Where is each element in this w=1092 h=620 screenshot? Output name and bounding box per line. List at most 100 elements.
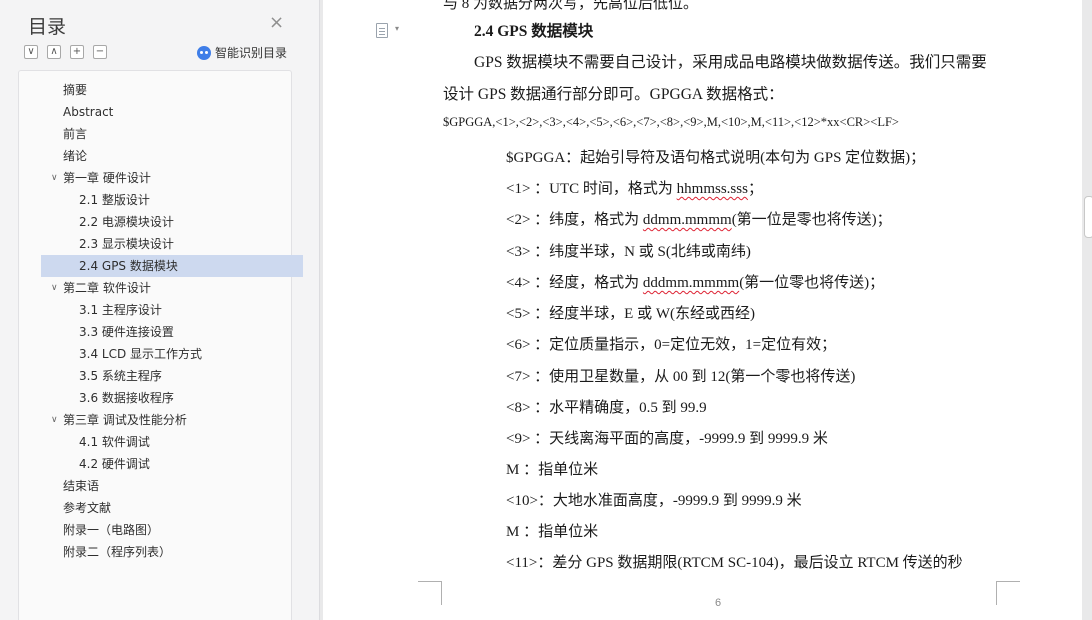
toc-item-label: 3.3 硬件连接设置 [79, 325, 174, 339]
line-text: <8> ：水平精确度，0.5 到 99.9 [506, 400, 707, 416]
toc-item[interactable]: 3.6 数据接收程序 [41, 387, 303, 409]
field-description-line: <5> ：经度半球，E 或 W(东经或西经) [506, 302, 755, 323]
toc-item[interactable]: 2.1 整版设计 [41, 189, 303, 211]
field-description-line: <4> ：经度，格式为 dddmm.mmmm(第一位零也将传送)； [506, 271, 884, 292]
line-text: <7> ：使用卫星数量，从 00 到 12(第一个零也将传送) [506, 369, 856, 385]
scrollbar-handle[interactable] [1084, 196, 1092, 238]
toc-item-label: 2.4 GPS 数据模块 [79, 259, 178, 273]
spellcheck-underlined-text: dddmm.mmmm [642, 275, 740, 291]
toc-item[interactable]: 3.4 LCD 显示工作方式 [41, 343, 303, 365]
smart-recognize-toc-button[interactable]: 智能识别目录 [197, 44, 287, 61]
chevron-down-icon[interactable]: ∨ [51, 277, 58, 299]
toc-item[interactable]: 结束语 [41, 475, 303, 497]
chevron-down-icon[interactable]: ∨ [51, 409, 58, 431]
field-description-line: <6> ：定位质量指示，0=定位无效，1=定位有效； [506, 333, 836, 354]
toc-item-label: 3.5 系统主程序 [79, 369, 162, 383]
toc-item[interactable]: 3.1 主程序设计 [41, 299, 303, 321]
toc-item-label: 4.2 硬件调试 [79, 457, 150, 471]
chevron-down-icon[interactable]: ∨ [51, 167, 58, 189]
line-text: <6> ：定位质量指示，0=定位无效，1=定位有效； [506, 337, 837, 353]
toc-item[interactable]: 摘要 [41, 79, 303, 101]
toc-item-label: 3.6 数据接收程序 [79, 391, 174, 405]
toc-item-label: 参考文献 [63, 501, 112, 515]
toc-item[interactable]: ∨ 第一章 硬件设计 [41, 167, 303, 189]
toc-item-label: 摘要 [63, 83, 88, 97]
line-text: $GPGGA：起始引导符及语句格式说明(本句为 GPS 定位数据)； [506, 150, 926, 166]
document-outline-icon[interactable] [376, 23, 388, 38]
field-description-line: <11>：差分 GPS 数据期限(RTCM SC-104)，最后设立 RTCM … [506, 551, 963, 572]
toc-item[interactable]: 附录二（程序列表） [41, 541, 303, 563]
toc-item-label: 3.1 主程序设计 [79, 303, 162, 317]
close-icon[interactable]: × [269, 14, 284, 32]
paragraph-line: 设计 GPS 数据通行部分即可。GPGGA 数据格式： [443, 86, 784, 103]
field-description-line: <9> ：天线离海平面的高度，-9999.9 到 9999.9 米 [506, 427, 828, 448]
toc-item-label: 第一章 硬件设计 [63, 171, 151, 185]
field-description-line: <3> ：纬度半球，N 或 S(北纬或南纬) [506, 240, 751, 261]
gpgga-format-line: $GPGGA,<1>,<2>,<3>,<4>,<5>,<6>,<7>,<8>,<… [443, 115, 899, 129]
line-text: <2> ：纬度，格式为 [506, 212, 643, 228]
toc-item-label: 3.4 LCD 显示工作方式 [79, 347, 203, 361]
remove-heading-icon[interactable]: − [93, 45, 107, 59]
field-description-line: $GPGGA：起始引导符及语句格式说明(本句为 GPS 定位数据)； [506, 146, 925, 167]
toc-item[interactable]: ∨ 第三章 调试及性能分析 [41, 409, 303, 431]
toc-item-label: 附录一（电路图） [63, 523, 160, 537]
section-heading: 2.4 GPS 数据模块 [474, 23, 594, 40]
line-text: <5> ：经度半球，E 或 W(东经或西经) [506, 306, 755, 322]
toc-item-label: 附录二（程序列表） [63, 545, 172, 559]
toc-title: 目录 [28, 16, 67, 38]
ai-assistant-icon [197, 45, 211, 60]
toc-item[interactable]: 3.3 硬件连接设置 [41, 321, 303, 343]
chevron-down-icon[interactable]: ▾ [395, 24, 399, 33]
toc-item[interactable]: 3.5 系统主程序 [41, 365, 303, 387]
add-heading-icon[interactable]: + [70, 45, 84, 59]
toc-item[interactable]: 4.1 软件调试 [41, 431, 303, 453]
toc-item[interactable]: 4.2 硬件调试 [41, 453, 303, 475]
line-text: M ：指单位米 [506, 462, 599, 478]
line-text: ； [747, 181, 763, 197]
toc-item-label: 2.1 整版设计 [79, 193, 150, 207]
toc-item-label: 绪论 [63, 149, 88, 163]
spellcheck-underlined-text: ddmm.mmmm [642, 212, 732, 228]
toc-tree: 摘要 Abstract 前言绪论 ∨ 第一章 硬件设计 2.1 整版设计 2.2 电源模块设… [18, 70, 303, 620]
toc-item-label: 4.1 软件调试 [79, 435, 150, 449]
toc-item[interactable]: ∨ 第二章 软件设计 [41, 277, 303, 299]
toc-item-label: 第二章 软件设计 [63, 281, 151, 295]
toc-toolbar: ∨ ∧ + − [24, 45, 107, 59]
paragraph-line: GPS 数据模块不需要自己设计，采用成品电路模块做数据传送。我们只需要 [474, 54, 987, 71]
line-text: <10>：大地水准面高度，-9999.9 到 9999.9 米 [506, 493, 802, 509]
smart-recognize-label: 智能识别目录 [215, 46, 288, 60]
toc-item[interactable]: 前言 [41, 123, 303, 145]
line-text: <11>：差分 GPS 数据期限(RTCM SC-104)，最后设立 RTCM … [506, 555, 963, 571]
line-text: <9> ：天线离海平面的高度，-9999.9 到 9999.9 米 [506, 431, 828, 447]
field-description-line: <10>：大地水准面高度，-9999.9 到 9999.9 米 [506, 489, 802, 510]
field-description-line: <2> ：纬度，格式为 ddmm.mmmm(第一位是零也将传送)； [506, 208, 892, 229]
toc-item[interactable]: 绪论 [41, 145, 303, 167]
toc-item-label: 2.2 电源模块设计 [79, 215, 174, 229]
previous-paragraph-tail: 与 8 为数据分两次写，先高位后低位。 [443, 0, 699, 12]
toc-item[interactable]: Abstract [41, 101, 303, 123]
toc-item-label: 第三章 调试及性能分析 [63, 413, 187, 427]
toc-pane: 目录 × ∨ ∧ + − 智能识别目录 摘要 Abstract 前言绪论 ∨ 第一章 硬… [0, 0, 320, 620]
line-text: M ：指单位米 [506, 524, 599, 540]
field-description-line: <1> ：UTC 时间，格式为 hhmmss.sss； [506, 177, 763, 198]
toc-item-label: Abstract [63, 105, 114, 119]
line-text: (第一位是零也将传送)； [731, 212, 892, 228]
line-text: <3> ：纬度半球，N 或 S(北纬或南纬) [506, 244, 751, 260]
line-text: (第一位零也将传送)； [739, 275, 885, 291]
field-description-line: <8> ：水平精确度，0.5 到 99.9 [506, 396, 707, 417]
line-text: <1> ：UTC 时间，格式为 [506, 181, 677, 197]
toc-item[interactable]: 附录一（电路图） [41, 519, 303, 541]
expand-all-icon[interactable]: ∧ [47, 45, 61, 59]
toc-item[interactable]: 参考文献 [41, 497, 303, 519]
toc-item-label: 结束语 [63, 479, 100, 493]
line-text: <4> ：经度，格式为 [506, 275, 643, 291]
page-margin-corner [418, 581, 442, 605]
field-description-line: <7> ：使用卫星数量，从 00 到 12(第一个零也将传送) [506, 365, 855, 386]
toc-item[interactable]: 2.3 显示模块设计 [41, 233, 303, 255]
toc-item[interactable]: 2.2 电源模块设计 [41, 211, 303, 233]
field-description-line: M ：指单位米 [506, 520, 598, 541]
toc-list: 摘要 Abstract 前言绪论 ∨ 第一章 硬件设计 2.1 整版设计 2.2 电源模块设… [41, 79, 303, 563]
collapse-all-icon[interactable]: ∨ [24, 45, 38, 59]
toc-item[interactable]: 2.4 GPS 数据模块 [41, 255, 303, 277]
toc-item-label: 前言 [63, 127, 88, 141]
